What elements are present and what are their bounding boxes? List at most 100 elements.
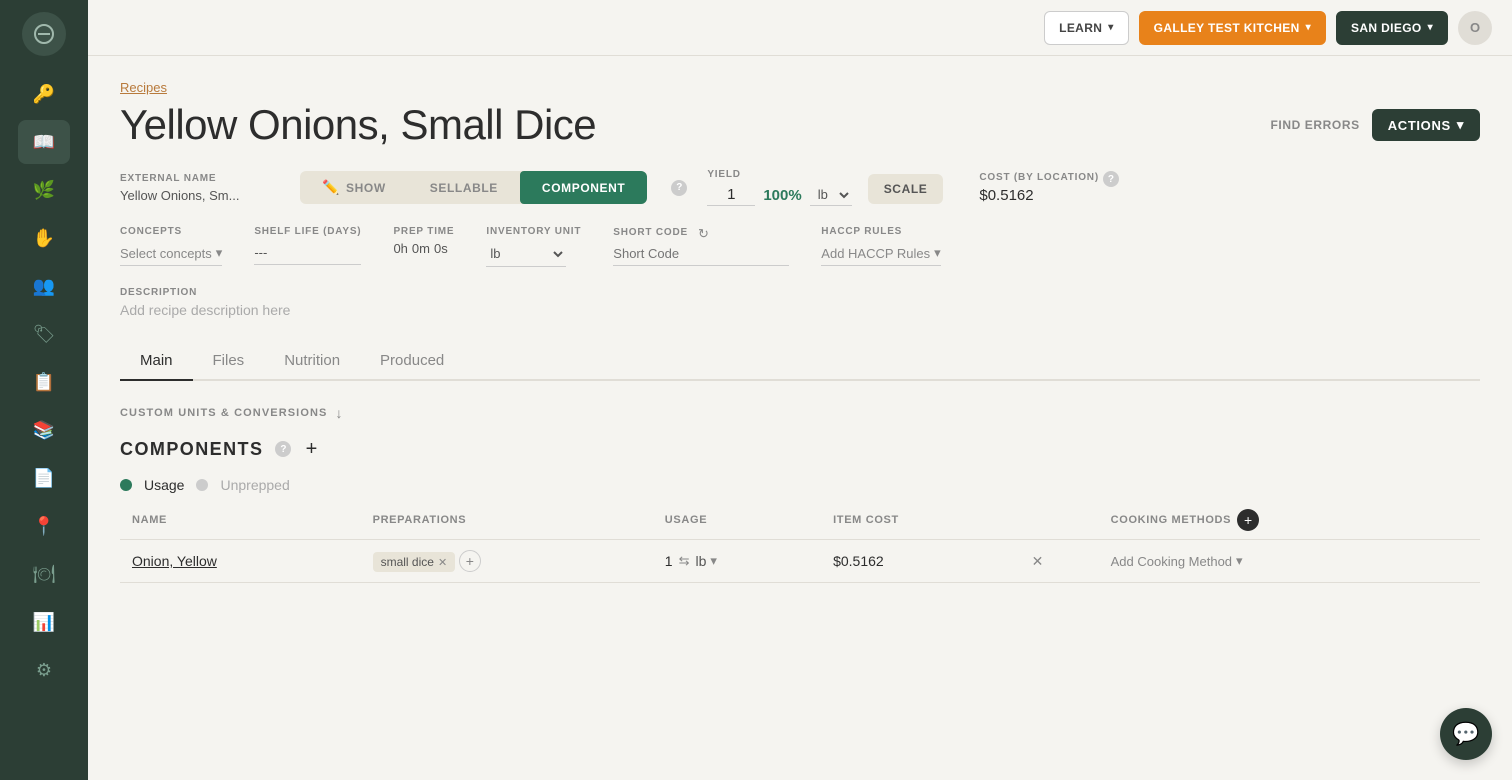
sidebar-item-settings[interactable]: ⚙ [18, 648, 70, 692]
bar-chart-icon: 📊 [33, 612, 55, 633]
col-cooking-methods: Cooking Methods + [1099, 501, 1480, 540]
tab-files[interactable]: Files [193, 342, 265, 381]
actions-button[interactable]: ACTIONS ▾ [1372, 109, 1480, 141]
sidebar-item-report[interactable]: 📄 [18, 456, 70, 500]
yield-input[interactable] [707, 184, 755, 206]
item-name-cell: Onion, Yellow [120, 540, 361, 583]
page-title-row: Yellow Onions, Small Dice FIND ERRORS AC… [120, 101, 1480, 149]
library-icon: 📚 [33, 420, 55, 441]
app-logo[interactable] [22, 12, 66, 56]
sidebar-item-hand[interactable]: ✋ [18, 216, 70, 260]
location-button[interactable]: SAN DIEGO ▾ [1336, 11, 1448, 45]
people-icon: 👥 [33, 276, 55, 297]
list-icon: 📋 [33, 372, 55, 393]
description-label: DESCRIPTION [120, 287, 1480, 298]
external-name-label: EXTERNAL NAME [120, 173, 280, 184]
sidebar-item-location[interactable]: 📍 [18, 504, 70, 548]
type-toggle: ✏️ SHOW SELLABLE COMPONENT [300, 171, 647, 204]
scale-button[interactable]: SCALE [868, 174, 944, 204]
fields-row: CONCEPTS Select concepts ▾ SHELF LIFE (D… [120, 226, 1480, 267]
location-icon: 📍 [33, 516, 55, 537]
add-cooking-method-header-button[interactable]: + [1237, 509, 1259, 531]
shelf-life-value: --- [254, 241, 361, 265]
item-cost-value: $0.5162 [833, 553, 884, 569]
sidebar-item-chart[interactable]: 📊 [18, 600, 70, 644]
col-usage: Usage [653, 501, 821, 540]
tabs-row: Main Files Nutrition Produced [120, 342, 1480, 381]
find-errors-button[interactable]: FIND ERRORS [1270, 118, 1359, 132]
cost-section: COST (BY LOCATION) ? $0.5162 [979, 171, 1119, 204]
components-help-icon[interactable]: ? [275, 441, 291, 457]
component-option[interactable]: COMPONENT [520, 171, 647, 204]
item-link[interactable]: Onion, Yellow [132, 553, 217, 569]
tab-produced[interactable]: Produced [360, 342, 464, 381]
yield-unit-select[interactable]: lb oz kg [810, 184, 852, 206]
item-cost-cell: $0.5162 [821, 540, 1020, 583]
add-component-button[interactable]: + [299, 437, 323, 461]
leaf-icon: 🌿 [33, 180, 55, 201]
sellable-option[interactable]: SELLABLE [408, 171, 520, 204]
kitchen-label: GALLEY TEST KITCHEN [1154, 21, 1300, 35]
sidebar-item-people[interactable]: 👥 [18, 264, 70, 308]
sidebar-item-library[interactable]: 📚 [18, 408, 70, 452]
sidebar-item-list[interactable]: 📋 [18, 360, 70, 404]
haccp-rules-label: HACCP RULES [821, 226, 940, 237]
add-preparation-button[interactable]: + [459, 550, 481, 572]
sidebar-item-book[interactable]: 📖 [18, 120, 70, 164]
learn-button[interactable]: LEARN ▾ [1044, 11, 1129, 45]
description-input[interactable]: Add recipe description here [120, 302, 1480, 318]
table-row: Onion, Yellow small dice ✕ + 1 [120, 540, 1480, 583]
shelf-life-label: SHELF LIFE (DAYS) [254, 226, 361, 237]
haccp-rules-select[interactable]: Add HACCP Rules ▾ [821, 241, 940, 266]
concepts-select[interactable]: Select concepts ▾ [120, 241, 222, 266]
short-code-input[interactable] [613, 242, 789, 266]
external-name-value: Yellow Onions, Sm... [120, 188, 280, 203]
short-code-field: SHORT CODE ↻ [613, 226, 789, 266]
cooking-methods-cell: Add Cooking Method ▾ [1099, 540, 1480, 583]
shelf-life-field: SHELF LIFE (DAYS) --- [254, 226, 361, 265]
events-icon: 🍽 [33, 564, 56, 585]
inventory-unit-field: INVENTORY UNIT lb oz [486, 226, 581, 267]
recipe-title: Yellow Onions, Small Dice [120, 101, 596, 149]
breadcrumb[interactable]: Recipes [120, 80, 1480, 95]
concepts-field: CONCEPTS Select concepts ▾ [120, 226, 222, 266]
chevron-down-icon[interactable]: ↓ [335, 405, 342, 421]
yield-section: YIELD 100% lb oz kg [707, 169, 851, 206]
remove-row-button[interactable]: ✕ [1032, 553, 1044, 570]
type-help-icon[interactable]: ? [671, 180, 687, 196]
tab-main[interactable]: Main [120, 342, 193, 381]
cost-help-icon[interactable]: ? [1103, 171, 1119, 187]
prep-time-value: 0h 0m 0s [393, 241, 454, 256]
components-title: COMPONENTS [120, 439, 263, 460]
usage-inactive-dot [196, 479, 208, 491]
chevron-down-icon[interactable]: ▾ [710, 553, 717, 569]
chat-icon: 💬 [1452, 721, 1479, 747]
refresh-icon[interactable]: ↻ [698, 226, 709, 242]
preparations-cell: small dice ✕ + [361, 540, 653, 583]
remove-preparation-button[interactable]: ✕ [438, 556, 447, 569]
tab-nutrition[interactable]: Nutrition [264, 342, 360, 381]
page-content: Recipes Yellow Onions, Small Dice FIND E… [88, 56, 1512, 780]
user-avatar[interactable]: O [1458, 11, 1492, 45]
type-row: EXTERNAL NAME Yellow Onions, Sm... ✏️ SH… [120, 169, 1480, 206]
sidebar-item-events[interactable]: 🍽 [18, 552, 70, 596]
chat-fab-button[interactable]: 💬 [1440, 708, 1492, 760]
sidebar-item-leaf[interactable]: 🌿 [18, 168, 70, 212]
chevron-down-icon: ▾ [1457, 117, 1464, 133]
short-code-label: SHORT CODE [613, 227, 688, 238]
usage-label[interactable]: Usage [144, 477, 184, 493]
usage-unit: lb [696, 553, 707, 569]
add-cooking-method-link[interactable]: Add Cooking Method ▾ [1111, 553, 1468, 569]
yield-percentage: 100% [763, 187, 801, 204]
show-option[interactable]: ✏️ SHOW [300, 171, 408, 204]
sidebar: 🔑 📖 🌿 ✋ 👥 🏷 📋 📚 📄 📍 🍽 [0, 0, 88, 780]
kitchen-button[interactable]: GALLEY TEST KITCHEN ▾ [1139, 11, 1326, 45]
col-close [1020, 501, 1099, 540]
sidebar-item-key[interactable]: 🔑 [18, 72, 70, 116]
sidebar-item-tag[interactable]: 🏷 [18, 312, 70, 356]
chevron-down-icon: ▾ [1306, 22, 1311, 33]
preparation-tag: small dice ✕ [373, 552, 456, 572]
unprepped-label[interactable]: Unprepped [220, 477, 289, 493]
components-header: COMPONENTS ? + [120, 437, 1480, 461]
inventory-unit-select[interactable]: lb oz [486, 241, 566, 267]
